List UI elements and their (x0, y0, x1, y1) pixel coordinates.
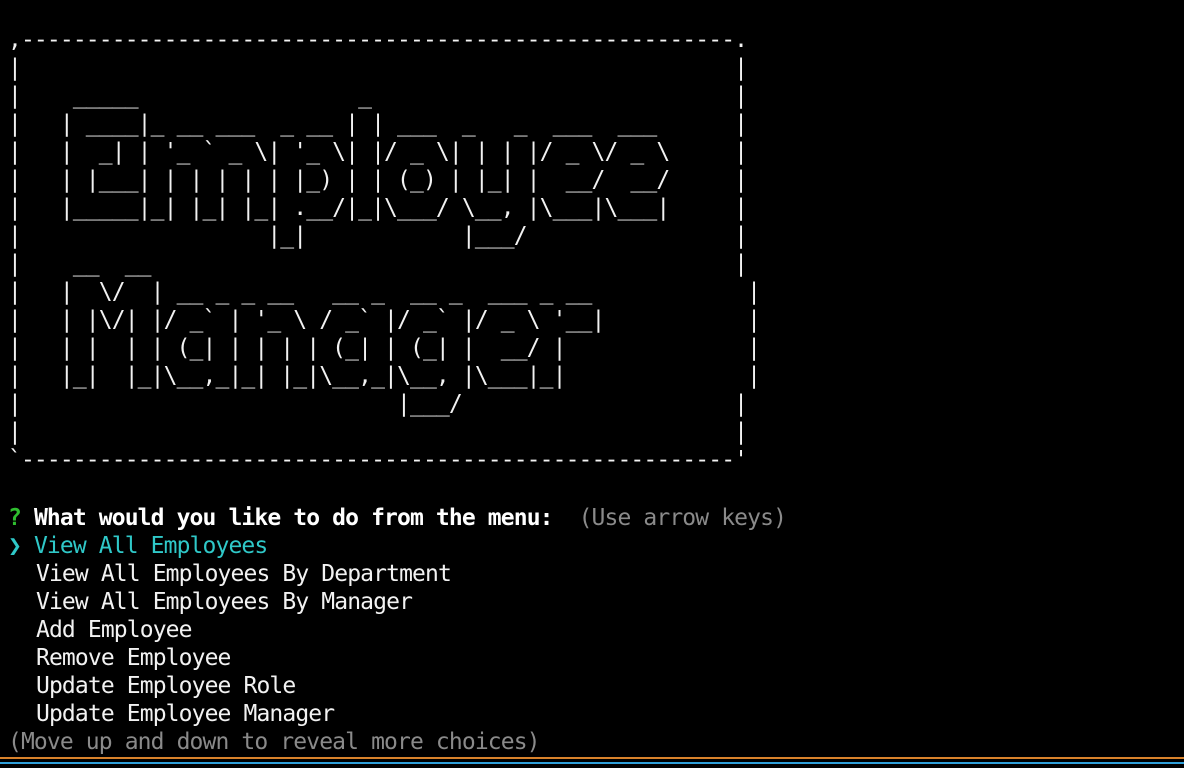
choice-label: View All Employees (33, 533, 268, 559)
choice-label: Update Employee Role (36, 673, 296, 699)
menu-choice-view-by-department[interactable]: View All Employees By Department (8, 560, 1184, 588)
status-bar-blue (0, 762, 1184, 764)
menu-choice-view-all-employees[interactable]: ❯ View All Employees (8, 532, 1184, 560)
prompt-menu: ? What would you like to do from the men… (8, 504, 1184, 756)
question-mark-icon: ? (8, 505, 22, 531)
menu-choice-add-employee[interactable]: Add Employee (8, 616, 1184, 644)
choice-label: View All Employees By Department (36, 561, 452, 587)
choice-label: Update Employee Manager (36, 701, 335, 727)
choice-label: View All Employees By Manager (36, 589, 413, 615)
status-bar-orange (0, 757, 1184, 759)
menu-choice-update-manager[interactable]: Update Employee Manager (8, 700, 1184, 728)
menu-choice-remove-employee[interactable]: Remove Employee (8, 644, 1184, 672)
prompt-question-line: ? What would you like to do from the men… (8, 504, 1184, 532)
prompt-question: What would you like to do from the menu: (33, 505, 554, 531)
scroll-more-hint: (Move up and down to reveal more choices… (8, 729, 541, 755)
prompt-hint: (Use arrow keys) (578, 505, 787, 531)
choice-label: Remove Employee (36, 645, 231, 671)
choice-label: Add Employee (36, 617, 192, 643)
ascii-banner: ,---------------------------------------… (8, 27, 761, 473)
menu-choice-update-role[interactable]: Update Employee Role (8, 672, 1184, 700)
terminal-window: ,---------------------------------------… (0, 0, 1184, 768)
menu-choice-view-by-manager[interactable]: View All Employees By Manager (8, 588, 1184, 616)
selection-pointer-icon: ❯ (8, 533, 22, 559)
